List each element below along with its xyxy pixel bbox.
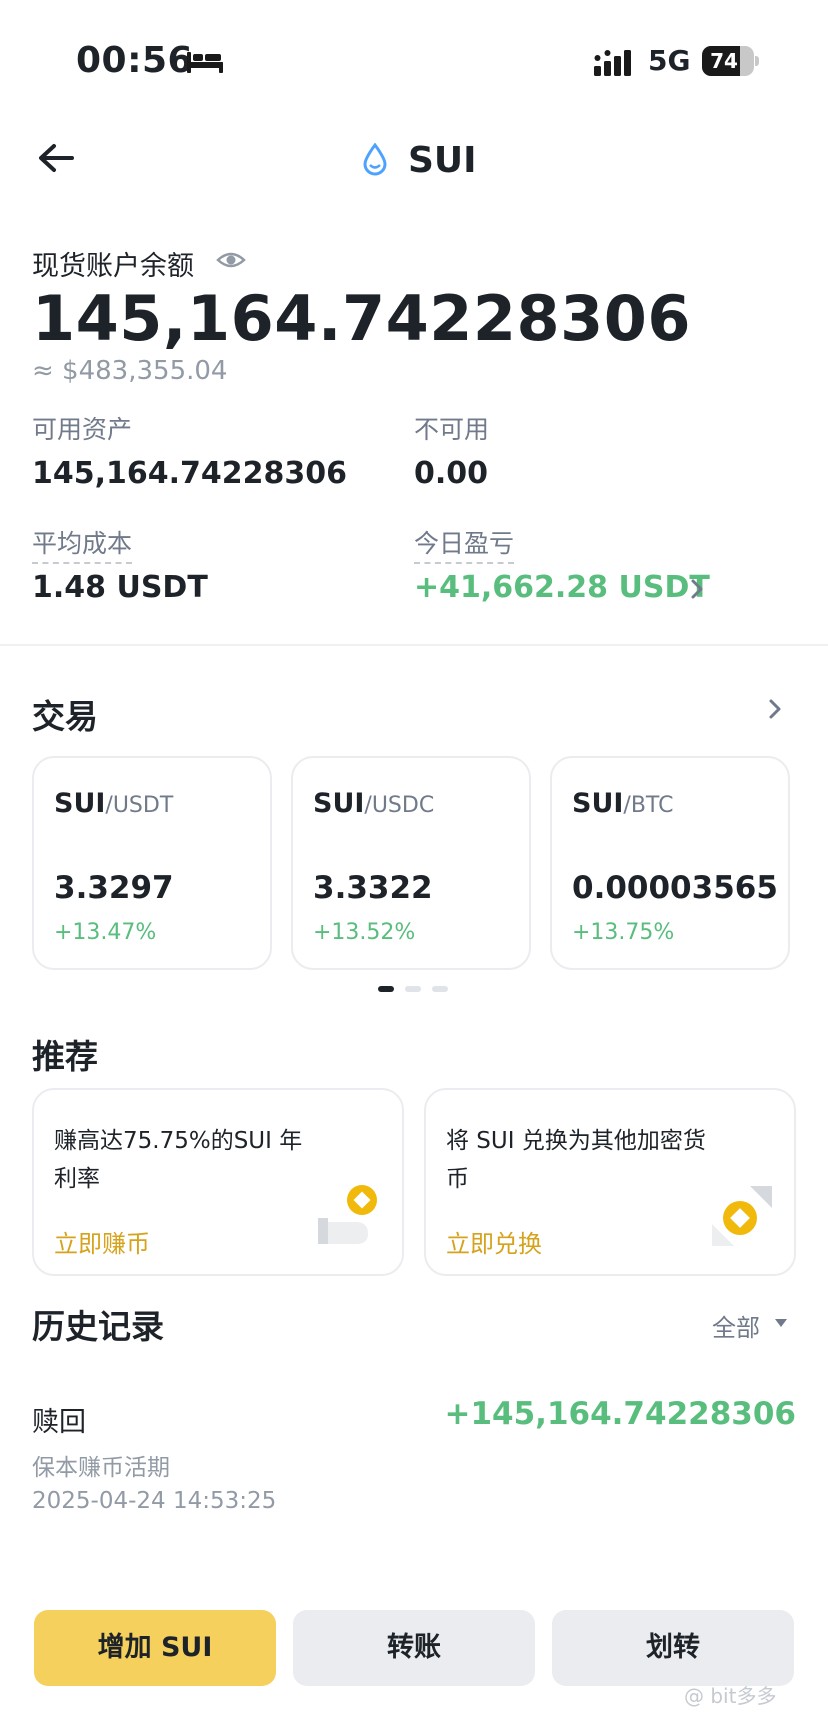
available-value: 145,164.74228306 <box>32 456 348 491</box>
convert-now-link[interactable]: 立即兑换 <box>446 1224 542 1259</box>
pair-change: +13.52% <box>313 920 416 945</box>
available-label: 可用资产 <box>32 415 133 444</box>
promo-text: 将 SUI 兑换为其他加密货币 <box>446 1128 706 1192</box>
earn-now-link[interactable]: 立即赚币 <box>54 1224 150 1259</box>
recommend-section-title: 推荐 <box>32 1037 98 1076</box>
history-type: 赎回 <box>32 1407 86 1438</box>
pager-dot[interactable] <box>432 986 448 992</box>
unavailable-value: 0.00 <box>414 456 489 491</box>
promo-text: 赚高达75.75%的SUI 年利率 <box>54 1128 303 1192</box>
pair-price: 3.3297 <box>54 870 174 906</box>
history-amount: +145,164.74228306 <box>444 1396 796 1432</box>
pnl-chevron-right-icon[interactable] <box>690 578 704 600</box>
battery-icon: 74 <box>702 46 759 76</box>
trade-pair-card[interactable]: SUI/USDT 3.3297 +13.47% <box>32 756 272 970</box>
pair-base: SUI <box>54 788 106 819</box>
eye-icon[interactable] <box>216 246 246 274</box>
pair-price: 0.00003565 <box>572 870 778 906</box>
trade-section-title: 交易 <box>32 697 98 736</box>
avg-cost-label[interactable]: 平均成本 <box>32 524 133 564</box>
today-pnl-value[interactable]: +41,662.28 USDT <box>414 570 710 605</box>
pair-quote: /USDC <box>364 793 435 818</box>
avg-cost-value: 1.48 USDT <box>32 570 208 605</box>
pair-price: 3.3322 <box>313 870 433 906</box>
pair-change: +13.75% <box>572 920 675 945</box>
earn-promo-card[interactable]: 赚高达75.75%的SUI 年利率 立即赚币 <box>32 1088 404 1276</box>
balance-value: 145,164.74228306 <box>32 282 692 355</box>
network-label: 5G <box>648 44 691 77</box>
sui-logo-icon <box>363 143 387 176</box>
section-divider <box>0 644 828 646</box>
back-arrow-icon[interactable] <box>36 140 76 176</box>
balance-usd-value: ≈ $483,355.04 <box>32 356 228 386</box>
history-filter-dropdown[interactable]: 全部 <box>712 1308 760 1343</box>
pair-quote: /USDT <box>105 793 174 818</box>
trade-chevron-right-icon[interactable] <box>768 698 782 720</box>
battery-percent: 74 <box>710 49 738 73</box>
transfer-button[interactable]: 转账 <box>293 1610 535 1686</box>
today-pnl-label[interactable]: 今日盈亏 <box>414 524 515 564</box>
trade-pair-card[interactable]: SUI/BTC 0.00003565 +13.75% <box>550 756 790 970</box>
pair-base: SUI <box>572 788 624 819</box>
deposit-sui-button[interactable]: 增加 SUI <box>34 1610 276 1686</box>
status-time: 00:56 <box>76 40 194 81</box>
history-section-title: 历史记录 <box>32 1307 164 1346</box>
history-timestamp: 2025-04-24 14:53:25 <box>32 1488 277 1514</box>
convert-coin-illustration-icon <box>712 1186 772 1246</box>
earn-coin-illustration-icon <box>318 1185 377 1244</box>
pager-dot[interactable] <box>405 986 421 992</box>
trade-pair-card[interactable]: SUI/USDC 3.3322 +13.52% <box>291 756 531 970</box>
history-subtitle: 保本赚币活期 <box>32 1455 170 1481</box>
pager-dot-active[interactable] <box>378 986 394 992</box>
sleep-bed-icon <box>187 52 223 73</box>
pair-change: +13.47% <box>54 920 157 945</box>
watermark: @ bit多多 <box>684 1684 777 1708</box>
pair-quote: /BTC <box>623 793 674 818</box>
convert-promo-card[interactable]: 将 SUI 兑换为其他加密货币 立即兑换 <box>424 1088 796 1276</box>
signal-icon <box>594 50 631 76</box>
page-title: SUI <box>408 140 477 181</box>
pair-base: SUI <box>313 788 365 819</box>
caret-down-icon[interactable] <box>774 1318 788 1328</box>
internal-transfer-button[interactable]: 划转 <box>552 1610 794 1686</box>
unavailable-label: 不可用 <box>414 415 490 444</box>
spot-balance-label: 现货账户余额 <box>32 251 194 282</box>
